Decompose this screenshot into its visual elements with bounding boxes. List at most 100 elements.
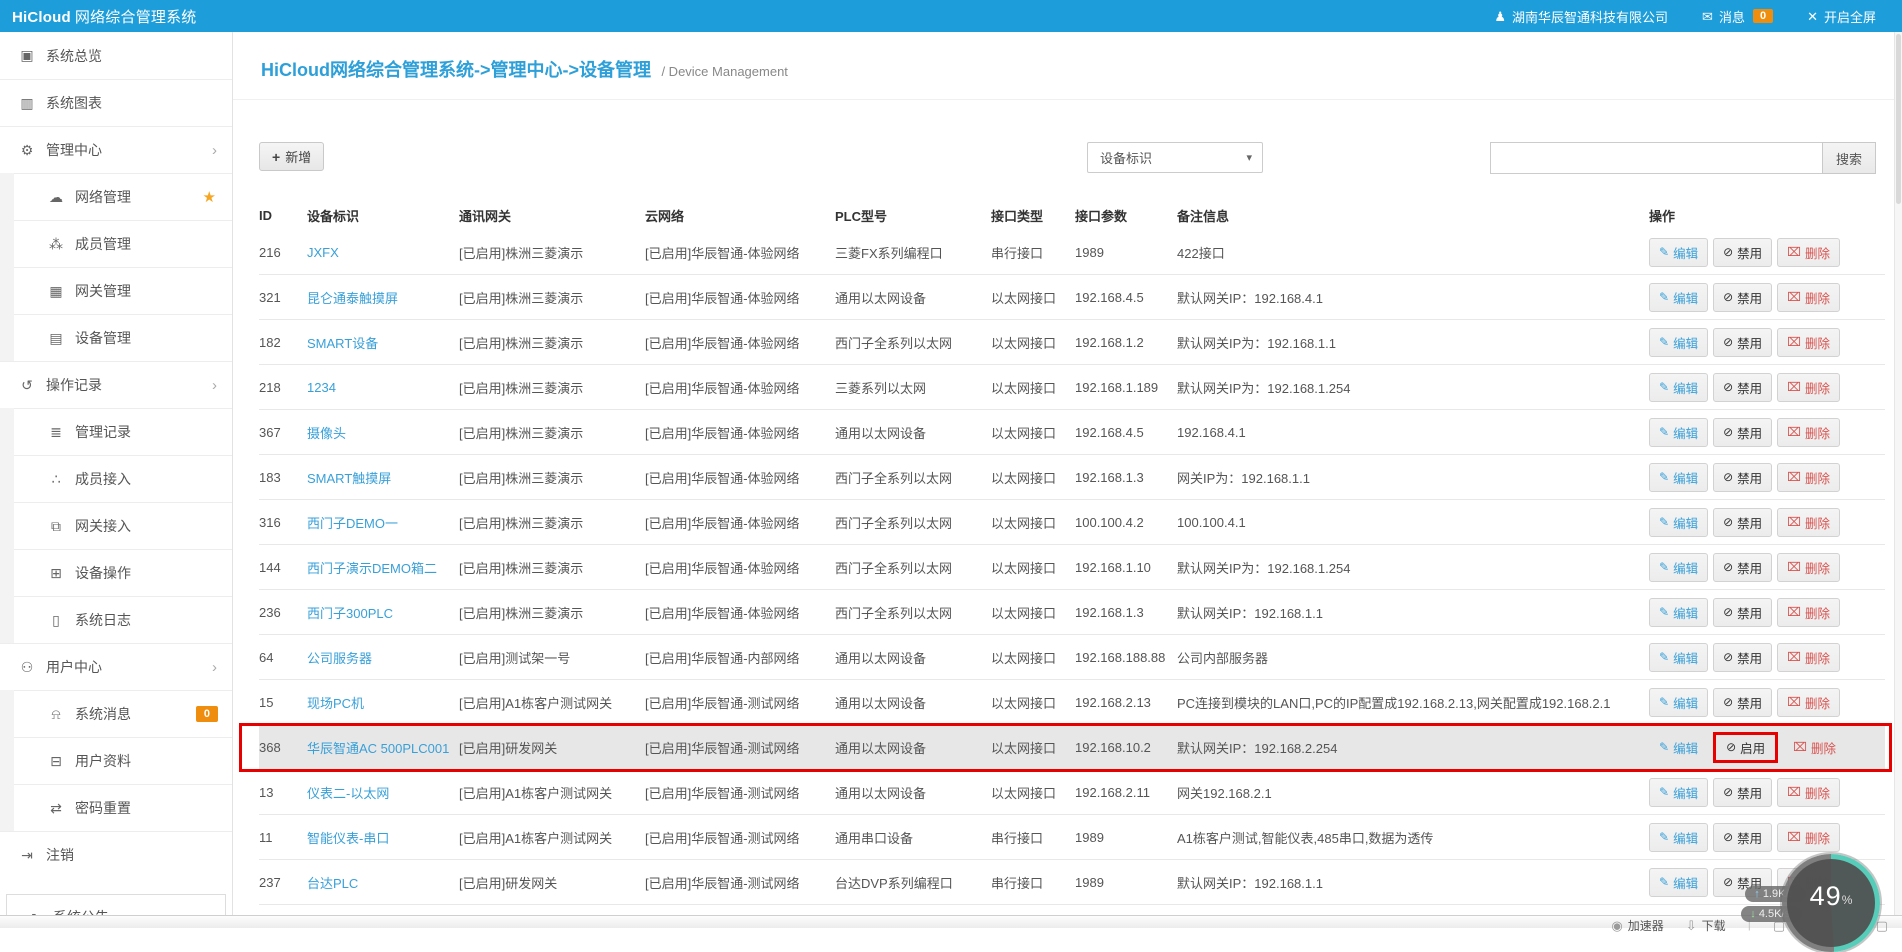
cell-interface-type: 以太网接口 xyxy=(991,288,1075,307)
scrollbar-thumb[interactable] xyxy=(1896,34,1901,204)
disable-button[interactable]: ⊘禁用 xyxy=(1713,328,1772,357)
device-link[interactable]: SMART设备 xyxy=(307,336,378,351)
sidebar-item-system-messages[interactable]: ⍾ 系统消息 0 xyxy=(0,690,232,737)
device-link[interactable]: 台达PLC xyxy=(307,876,358,891)
delete-button[interactable]: ⌧删除 xyxy=(1777,283,1840,312)
edit-button[interactable]: ✎编辑 xyxy=(1649,643,1708,672)
edit-button[interactable]: ✎编辑 xyxy=(1649,418,1708,447)
cell-remark: 默认网关IP：192.168.2.254 xyxy=(1177,738,1649,757)
sidebar-item-network-management[interactable]: ☁ 网络管理 ★ xyxy=(0,173,232,220)
delete-button[interactable]: ⌧删除 xyxy=(1777,373,1840,402)
disable-button[interactable]: ⊘禁用 xyxy=(1713,643,1772,672)
desktop-icon: ▣ xyxy=(17,47,37,64)
delete-button[interactable]: ⌧删除 xyxy=(1777,778,1840,807)
disable-button[interactable]: ⊘禁用 xyxy=(1713,553,1772,582)
edit-button[interactable]: ✎编辑 xyxy=(1649,238,1708,267)
edit-button[interactable]: ✎编辑 xyxy=(1649,373,1708,402)
sidebar-item-system-logs[interactable]: ▯ 系统日志 xyxy=(0,596,232,643)
edit-button[interactable]: ✎编辑 xyxy=(1649,463,1708,492)
disable-button[interactable]: ⊘禁用 xyxy=(1713,823,1772,852)
device-link[interactable]: 现场PC机 xyxy=(307,696,364,711)
search-input[interactable] xyxy=(1490,142,1822,174)
add-button[interactable]: + 新增 xyxy=(259,142,324,171)
device-link[interactable]: 1234 xyxy=(307,380,336,395)
device-link[interactable]: 公司服务器 xyxy=(307,651,372,666)
delete-button[interactable]: ⌧删除 xyxy=(1777,688,1840,717)
device-link[interactable]: 摄像头 xyxy=(307,426,346,441)
device-link[interactable]: JXFX xyxy=(307,245,339,260)
sidebar-item-management-center[interactable]: ⚙ 管理中心 › xyxy=(0,126,232,173)
edit-button[interactable]: ✎编辑 xyxy=(1649,868,1708,897)
sidebar-item-operation-records[interactable]: ↺ 操作记录 › xyxy=(0,361,232,408)
edit-button[interactable]: ✎编辑 xyxy=(1649,283,1708,312)
disable-button[interactable]: ⊘禁用 xyxy=(1713,373,1772,402)
edit-button[interactable]: ✎编辑 xyxy=(1649,688,1708,717)
download-button[interactable]: ⇩ 下载 xyxy=(1686,917,1726,935)
device-link[interactable]: SMART触摸屏 xyxy=(307,471,391,486)
edit-button[interactable]: ✎编辑 xyxy=(1649,508,1708,537)
sidebar-item-user-center[interactable]: ⚇ 用户中心 › xyxy=(0,643,232,690)
delete-button[interactable]: ⌧删除 xyxy=(1777,238,1840,267)
messages-menu[interactable]: ✉ 消息 0 xyxy=(1702,7,1773,26)
sidebar-item-gateway-access[interactable]: ⧉ 网关接入 xyxy=(0,502,232,549)
disable-button[interactable]: ⊘禁用 xyxy=(1713,238,1772,267)
enable-button[interactable]: ⊘启用 xyxy=(1713,732,1778,763)
sidebar-item-password-reset[interactable]: ⇄ 密码重置 xyxy=(0,784,232,831)
disable-button[interactable]: ⊘禁用 xyxy=(1713,598,1772,627)
column-header: 备注信息 xyxy=(1177,206,1649,225)
disable-button[interactable]: ⊘禁用 xyxy=(1713,508,1772,537)
delete-button[interactable]: ⌧删除 xyxy=(1777,463,1840,492)
toggle-button-label: 禁用 xyxy=(1737,468,1762,487)
cell-gateway: [已启用]株洲三菱演示 xyxy=(459,333,645,352)
filter-select[interactable]: 设备标识 ▾ xyxy=(1087,142,1263,173)
sidebar-item-system-overview[interactable]: ▣ 系统总览 xyxy=(0,32,232,79)
device-link[interactable]: 智能仪表-串口 xyxy=(307,831,389,846)
device-link[interactable]: 西门子演示DEMO箱二 xyxy=(307,561,437,576)
delete-button[interactable]: ⌧删除 xyxy=(1777,643,1840,672)
search-button[interactable]: 搜索 xyxy=(1822,142,1876,174)
delete-button[interactable]: ⌧删除 xyxy=(1783,733,1846,762)
sidebar-item-logout[interactable]: ⇥ 注销 xyxy=(0,831,232,878)
edit-button[interactable]: ✎编辑 xyxy=(1649,823,1708,852)
device-link[interactable]: 华辰智通AC 500PLC001 xyxy=(307,741,449,756)
sidebar-item-device-operation[interactable]: ⊞ 设备操作 xyxy=(0,549,232,596)
sidebar-item-device-management[interactable]: ▤ 设备管理 xyxy=(0,314,232,361)
sidebar-item-member-access[interactable]: ∴ 成员接入 xyxy=(0,455,232,502)
sidebar-item-member-management[interactable]: ⁂ 成员管理 xyxy=(0,220,232,267)
account-menu[interactable]: ♟ 湖南华辰智通科技有限公司 xyxy=(1494,7,1668,26)
accelerator-button[interactable]: ◉ 加速器 xyxy=(1611,917,1663,935)
device-link[interactable]: 西门子DEMO一 xyxy=(307,516,398,531)
disable-button[interactable]: ⊘禁用 xyxy=(1713,283,1772,312)
brand-subtitle: 网络综合管理系统 xyxy=(75,9,197,26)
sidebar-item-gateway-management[interactable]: ▦ 网关管理 xyxy=(0,267,232,314)
edit-button[interactable]: ✎编辑 xyxy=(1649,553,1708,582)
device-link[interactable]: 西门子300PLC xyxy=(307,606,393,621)
edit-button[interactable]: ✎编辑 xyxy=(1649,598,1708,627)
fullscreen-button[interactable]: ✕ 开启全屏 xyxy=(1807,7,1876,26)
disable-button[interactable]: ⊘禁用 xyxy=(1713,778,1772,807)
delete-button[interactable]: ⌧删除 xyxy=(1777,328,1840,357)
disable-button[interactable]: ⊘禁用 xyxy=(1713,688,1772,717)
edit-button[interactable]: ✎编辑 xyxy=(1649,328,1708,357)
edit-button[interactable]: ✎编辑 xyxy=(1649,733,1708,762)
sidebar-item-user-profile[interactable]: ⊟ 用户资料 xyxy=(0,737,232,784)
scrollbar[interactable] xyxy=(1894,32,1902,928)
column-header: 通讯网关 xyxy=(459,206,645,225)
delete-button[interactable]: ⌧删除 xyxy=(1777,598,1840,627)
delete-button[interactable]: ⌧删除 xyxy=(1777,418,1840,447)
delete-button[interactable]: ⌧删除 xyxy=(1777,553,1840,582)
cell-interface-param: 192.168.1.2 xyxy=(1075,335,1177,350)
cell-device-name: 仪表二-以太网 xyxy=(307,783,459,802)
edit-button[interactable]: ✎编辑 xyxy=(1649,778,1708,807)
sidebar-item-management-records[interactable]: ≣ 管理记录 xyxy=(0,408,232,455)
sidebar-item-system-charts[interactable]: ▥ 系统图表 xyxy=(0,79,232,126)
bottombar-icon[interactable]: ▢ xyxy=(1876,917,1888,935)
delete-button[interactable]: ⌧删除 xyxy=(1777,508,1840,537)
disable-button[interactable]: ⊘禁用 xyxy=(1713,418,1772,447)
device-link[interactable]: 昆仑通泰触摸屏 xyxy=(307,291,398,306)
percent-gauge[interactable]: 49 % xyxy=(1782,854,1880,952)
delete-button[interactable]: ⌧删除 xyxy=(1777,823,1840,852)
disable-button[interactable]: ⊘禁用 xyxy=(1713,463,1772,492)
device-link[interactable]: 仪表二-以太网 xyxy=(307,786,389,801)
cell-gateway: [已启用]A1栋客户测试网关 xyxy=(459,693,645,712)
